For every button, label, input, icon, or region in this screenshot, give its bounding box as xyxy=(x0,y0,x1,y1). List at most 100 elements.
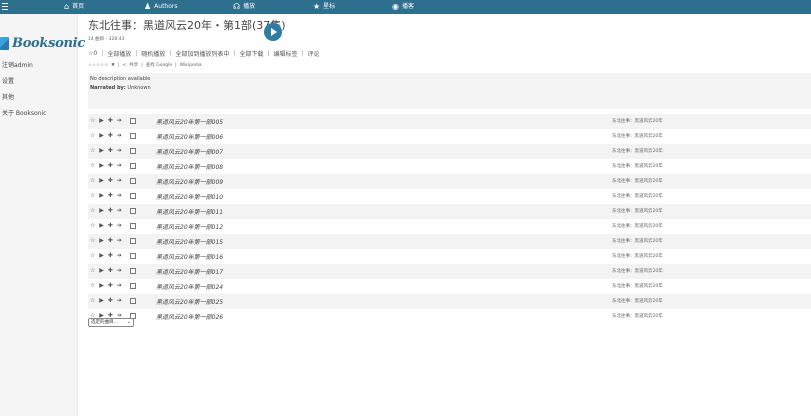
rating-stars[interactable]: ☆☆☆☆☆ xyxy=(88,63,108,68)
download-all-link[interactable]: 全部下载 xyxy=(239,49,263,58)
table-row[interactable]: ☆ ▶ ✚ ➔ 黑道风云20年第一部012 东北往事：黑道风云20年 xyxy=(88,219,811,234)
book-icon xyxy=(0,37,9,50)
table-row[interactable]: ☆ ▶ ✚ ➔ 黑道风云20年第一部007 东北往事：黑道风云20年 xyxy=(88,144,811,159)
track-artist[interactable]: 东北往事：黑道风云20年 xyxy=(612,133,663,139)
track-action-icons[interactable]: ☆ ▶ ✚ ➔ xyxy=(90,207,123,214)
nav-podcast[interactable]: ◉ 播客 xyxy=(392,0,414,14)
track-title[interactable]: 黑道风云20年第一部005 xyxy=(156,117,223,126)
wikipedia-link[interactable]: Wikipedia xyxy=(180,63,202,68)
table-row[interactable]: ☆ ▶ ✚ ➔ 黑道风云20年第一部009 东北往事：黑道风云20年 xyxy=(88,174,811,189)
table-row[interactable]: ☆ ▶ ✚ ➔ 黑道风云20年第一部006 东北往事：黑道风云20年 xyxy=(88,129,811,144)
track-title[interactable]: 黑道风云20年第一部026 xyxy=(156,312,223,321)
table-row[interactable]: ☆ ▶ ✚ ➔ 黑道风云20年第一部025 东北往事：黑道风云20年 xyxy=(88,294,811,309)
selection-label: 选定的曲目... xyxy=(91,320,118,325)
track-action-icons[interactable]: ☆ ▶ ✚ ➔ xyxy=(90,177,123,184)
track-action-icons[interactable]: ☆ ▶ ✚ ➔ xyxy=(90,237,123,244)
track-artist[interactable]: 东北往事：黑道风云20年 xyxy=(612,193,663,199)
table-row[interactable]: ☆ ▶ ✚ ➔ 黑道风云20年第一部016 东北往事：黑道风云20年 xyxy=(88,249,811,264)
nav-starred-label: 星标 xyxy=(323,3,336,10)
track-action-icons[interactable]: ☆ ▶ ✚ ➔ xyxy=(90,147,123,154)
track-title[interactable]: 黑道风云20年第一部015 xyxy=(156,237,223,246)
table-row[interactable]: ☆ ▶ ✚ ➔ 黑道风云20年第一部011 东北往事：黑道风云20年 xyxy=(88,204,811,219)
track-artist[interactable]: 东北往事：黑道风云20年 xyxy=(612,283,663,289)
track-artist[interactable]: 东北往事：黑道风云20年 xyxy=(612,313,663,319)
sidebar-item-about[interactable]: 关于 Booksonic xyxy=(2,108,46,117)
nav-starred[interactable]: ★ 星标 xyxy=(313,0,335,14)
edit-tags-link[interactable]: 编辑标签 xyxy=(273,49,297,58)
track-checkbox[interactable] xyxy=(130,163,136,169)
table-row[interactable]: ☆ ▶ ✚ ➔ 黑道风云20年第一部015 东北往事：黑道风云20年 xyxy=(88,234,811,249)
track-action-icons[interactable]: ☆ ▶ ✚ ➔ xyxy=(90,252,123,259)
nav-home[interactable]: ⌂ 首页 xyxy=(64,0,84,14)
track-checkbox[interactable] xyxy=(130,283,136,289)
selection-dropdown[interactable]: 选定的曲目... ⌄ xyxy=(88,318,134,327)
google-link[interactable]: 查找 Google xyxy=(146,62,172,68)
track-action-icons[interactable]: ☆ ▶ ✚ ➔ xyxy=(90,192,123,199)
nav-authors[interactable]: ♟ Authors xyxy=(144,0,178,14)
sidebar-item-logout[interactable]: 注销admin xyxy=(2,60,33,69)
home-icon: ⌂ xyxy=(64,2,70,11)
track-checkbox[interactable] xyxy=(130,208,136,214)
track-action-icons[interactable]: ☆ ▶ ✚ ➔ xyxy=(90,267,123,274)
table-row[interactable]: ☆ ▶ ✚ ➔ 黑道风云20年第一部008 东北往事：黑道风云20年 xyxy=(88,159,811,174)
track-checkbox[interactable] xyxy=(130,133,136,139)
track-artist[interactable]: 东北往事：黑道风云20年 xyxy=(612,253,663,259)
share-link[interactable]: 共享 xyxy=(129,62,138,68)
track-title[interactable]: 黑道风云20年第一部010 xyxy=(156,192,223,201)
track-title[interactable]: 黑道风云20年第一部017 xyxy=(156,267,223,276)
track-artist[interactable]: 东北往事：黑道风云20年 xyxy=(612,118,663,124)
track-checkbox[interactable] xyxy=(130,268,136,274)
track-artist[interactable]: 东北往事：黑道风云20年 xyxy=(612,268,663,274)
track-checkbox[interactable] xyxy=(130,148,136,154)
track-title[interactable]: 黑道风云20年第一部016 xyxy=(156,252,223,261)
nav-home-label: 首页 xyxy=(72,3,85,10)
logo-text: Booksonic xyxy=(12,36,85,51)
logo[interactable]: Booksonic xyxy=(0,36,85,51)
comment-link[interactable]: 评论 xyxy=(307,49,319,58)
sidebar-item-settings[interactable]: 设置 xyxy=(2,76,14,85)
sidebar-item-more[interactable]: 其他 xyxy=(2,92,14,101)
nav-playback[interactable]: ☊ 播放 xyxy=(233,0,255,14)
track-checkbox[interactable] xyxy=(130,253,136,259)
track-checkbox[interactable] xyxy=(130,223,136,229)
track-title[interactable]: 黑道风云20年第一部012 xyxy=(156,222,223,231)
track-action-icons[interactable]: ☆ ▶ ✚ ➔ xyxy=(90,222,123,229)
track-title[interactable]: 黑道风云20年第一部025 xyxy=(156,297,223,306)
track-title[interactable]: 黑道风云20年第一部007 xyxy=(156,147,223,156)
menu-icon[interactable] xyxy=(2,3,8,11)
track-artist[interactable]: 东北往事：黑道风云20年 xyxy=(612,178,663,184)
track-title[interactable]: 黑道风云20年第一部009 xyxy=(156,177,223,186)
track-action-icons[interactable]: ☆ ▶ ✚ ➔ xyxy=(90,162,123,169)
track-artist[interactable]: 东北往事：黑道风云20年 xyxy=(612,163,663,169)
track-checkbox[interactable] xyxy=(130,178,136,184)
track-artist[interactable]: 东北往事：黑道风云20年 xyxy=(612,148,663,154)
table-row[interactable]: ☆ ▶ ✚ ➔ 黑道风云20年第一部017 东北往事：黑道风云20年 xyxy=(88,264,811,279)
track-artist[interactable]: 东北往事：黑道风云20年 xyxy=(612,238,663,244)
track-checkbox[interactable] xyxy=(130,238,136,244)
clear-rating-icon[interactable]: ✖ xyxy=(111,63,115,68)
track-action-icons[interactable]: ☆ ▶ ✚ ➔ xyxy=(90,297,123,304)
track-checkbox[interactable] xyxy=(130,298,136,304)
track-title[interactable]: 黑道风云20年第一部008 xyxy=(156,162,223,171)
play-all-button[interactable] xyxy=(264,23,282,41)
shuffle-link[interactable]: 随机播放 xyxy=(141,49,165,58)
track-artist[interactable]: 东北往事：黑道风云20年 xyxy=(612,298,663,304)
track-artist[interactable]: 东北往事：黑道风云20年 xyxy=(612,223,663,229)
track-title[interactable]: 黑道风云20年第一部024 xyxy=(156,282,223,291)
add-all-to-playlist-link[interactable]: 全部加到播放列表中 xyxy=(175,49,229,58)
table-row[interactable]: ☆ ▶ ✚ ➔ 黑道风云20年第一部026 东北往事：黑道风云20年 xyxy=(88,309,811,324)
track-title[interactable]: 黑道风云20年第一部006 xyxy=(156,132,223,141)
track-action-icons[interactable]: ☆ ▶ ✚ ➔ xyxy=(90,117,123,124)
track-title[interactable]: 黑道风云20年第一部011 xyxy=(156,207,223,216)
track-checkbox[interactable] xyxy=(130,193,136,199)
track-action-icons[interactable]: ☆ ▶ ✚ ➔ xyxy=(90,132,123,139)
table-row[interactable]: ☆ ▶ ✚ ➔ 黑道风云20年第一部005 东北往事：黑道风云20年 xyxy=(88,114,811,129)
table-row[interactable]: ☆ ▶ ✚ ➔ 黑道风云20年第一部024 东北往事：黑道风云20年 xyxy=(88,279,811,294)
table-row[interactable]: ☆ ▶ ✚ ➔ 黑道风云20年第一部010 东北往事：黑道风云20年 xyxy=(88,189,811,204)
track-action-icons[interactable]: ☆ ▶ ✚ ➔ xyxy=(90,282,123,289)
track-checkbox[interactable] xyxy=(130,118,136,124)
narrated-value: Unknown xyxy=(127,85,151,91)
play-all-link[interactable]: 全部播放 xyxy=(107,49,131,58)
track-artist[interactable]: 东北往事：黑道风云20年 xyxy=(612,208,663,214)
rating-row: ☆☆☆☆☆ ✖ | < 共享 | 查找 Google | Wikipedia xyxy=(88,62,202,69)
